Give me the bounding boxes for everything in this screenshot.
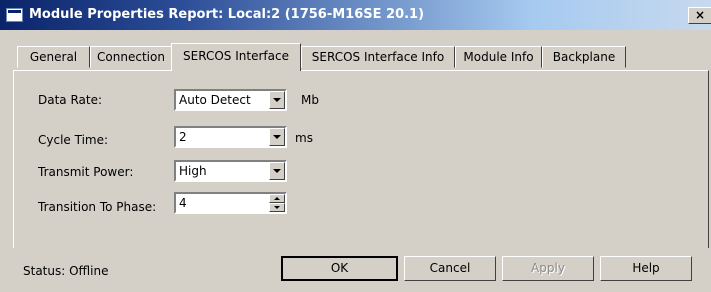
title-bar[interactable]: Module Properties Report: Local:2 (1756-… xyxy=(0,0,711,30)
tab-connection[interactable]: Connection xyxy=(90,46,172,68)
window-icon xyxy=(6,8,23,22)
transition-to-phase-spinner[interactable]: 4 xyxy=(174,192,287,214)
apply-button[interactable]: Apply xyxy=(502,256,594,281)
cycle-time-select[interactable]: 2 xyxy=(174,126,287,148)
chevron-down-icon[interactable] xyxy=(269,162,285,180)
status-value: Offline xyxy=(69,264,109,278)
tab-sercos-interface-info[interactable]: SERCOS Interface Info xyxy=(301,46,455,68)
cycle-time-label: Cycle Time: xyxy=(38,133,109,147)
close-button[interactable]: × xyxy=(688,7,711,24)
data-rate-value: Auto Detect xyxy=(179,93,251,107)
data-rate-select[interactable]: Auto Detect xyxy=(174,89,287,111)
tab-backplane[interactable]: Backplane xyxy=(542,46,626,68)
cycle-time-value: 2 xyxy=(179,130,187,144)
help-button[interactable]: Help xyxy=(600,256,692,281)
chevron-down-icon[interactable] xyxy=(269,91,285,109)
tab-module-info[interactable]: Module Info xyxy=(455,46,542,68)
transition-to-phase-value: 4 xyxy=(179,196,187,210)
cancel-button[interactable]: Cancel xyxy=(404,256,496,281)
data-rate-label: Data Rate: xyxy=(38,93,103,107)
transition-to-phase-label: Transition To Phase: xyxy=(38,200,157,214)
transmit-power-label: Transmit Power: xyxy=(38,165,134,179)
cycle-time-unit: ms xyxy=(295,131,313,145)
module-properties-window: Module Properties Report: Local:2 (1756-… xyxy=(0,0,711,292)
status-bar: Status: Offline OK Cancel Apply Help xyxy=(0,248,711,292)
status-label: Status: Offline xyxy=(23,263,108,279)
tab-general[interactable]: General xyxy=(17,46,90,68)
ok-button[interactable]: OK xyxy=(281,256,398,281)
chevron-down-icon[interactable] xyxy=(269,128,285,146)
status-label-text: Status: xyxy=(23,264,66,278)
transmit-power-value: High xyxy=(179,164,207,178)
data-rate-unit: Mb xyxy=(301,93,319,107)
spinner-down-icon[interactable] xyxy=(269,203,285,212)
transmit-power-select[interactable]: High xyxy=(174,160,287,182)
window-title: Module Properties Report: Local:2 (1756-… xyxy=(29,7,425,22)
tab-sercos-interface[interactable]: SERCOS Interface xyxy=(171,43,301,71)
spinner-up-icon[interactable] xyxy=(269,194,285,203)
sercos-interface-panel: Data Rate: Auto Detect Mb Cycle Time: 2 … xyxy=(13,70,709,265)
tab-control: General Connection SERCOS Interface SERC… xyxy=(0,30,711,280)
